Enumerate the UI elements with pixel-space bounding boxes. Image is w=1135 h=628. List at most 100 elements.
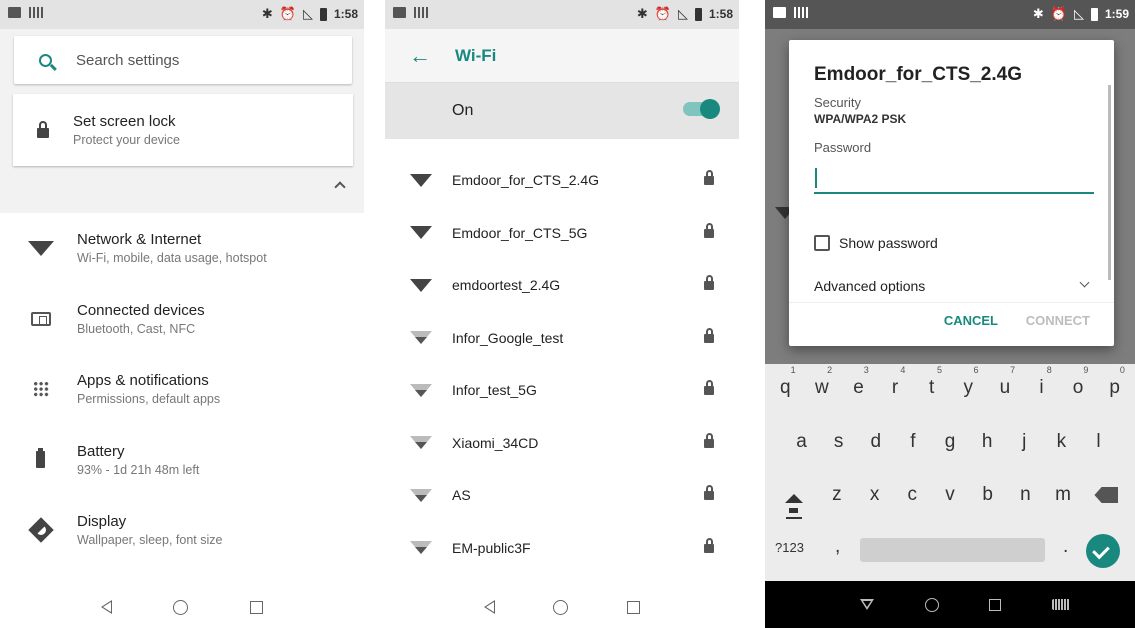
back-icon[interactable] — [484, 600, 496, 614]
back-arrow-icon[interactable]: ← — [385, 43, 455, 69]
settings-item-network[interactable]: Network & Internet Wi-Fi, mobile, data us… — [0, 213, 364, 284]
keyboard-switch-icon[interactable] — [1051, 599, 1070, 610]
chevron-down-icon[interactable] — [1079, 277, 1090, 288]
item-title: Apps & notifications — [77, 372, 209, 390]
recents-icon[interactable] — [989, 598, 1002, 611]
settings-item-connected-devices[interactable]: Connected devices Bluetooth, Cast, NFC — [0, 284, 364, 355]
item-title: Connected devices — [77, 301, 205, 319]
enter-key[interactable] — [1086, 534, 1120, 568]
show-password-label[interactable]: Show password — [839, 235, 938, 251]
symbols-key[interactable]: ?123 — [775, 540, 804, 555]
apps-icon — [32, 381, 49, 398]
key-t[interactable]: t5 — [913, 365, 950, 410]
network-name: EM-public3F — [452, 539, 531, 556]
network-name: Emdoor_for_CTS_2.4G — [452, 172, 600, 189]
key-e[interactable]: e3 — [840, 365, 877, 410]
key-j[interactable]: j — [1006, 420, 1043, 464]
network-item[interactable]: Infor_test_5G — [385, 364, 739, 417]
settings-item-battery[interactable]: Battery 93% - 1d 21h 48m left — [0, 425, 364, 496]
key-b[interactable]: b — [969, 473, 1007, 519]
network-item[interactable]: Emdoor_for_CTS_2.4G — [385, 154, 739, 207]
network-name: Emdoor_for_CTS_5G — [452, 224, 588, 241]
network-item[interactable]: Infor_Google_test — [385, 312, 739, 365]
alarm-icon: ⏰ — [654, 6, 671, 21]
key-d[interactable]: d — [857, 420, 894, 464]
dialog-scrollbar[interactable] — [1108, 85, 1111, 280]
key-m[interactable]: m — [1044, 473, 1082, 519]
lock-icon — [704, 380, 714, 395]
key-g[interactable]: g — [931, 420, 968, 464]
key-u[interactable]: u7 — [987, 365, 1024, 410]
password-input[interactable] — [814, 164, 1094, 194]
back-icon[interactable] — [100, 600, 112, 614]
key-h[interactable]: h — [969, 420, 1006, 464]
key-z[interactable]: z — [818, 473, 856, 519]
item-title: Network & Internet — [77, 231, 202, 249]
wifi-toggle[interactable] — [683, 99, 720, 119]
space-bar[interactable] — [860, 538, 1045, 562]
devices-icon — [30, 311, 51, 326]
recents-icon[interactable] — [626, 600, 640, 614]
key-s[interactable]: s — [820, 420, 857, 464]
network-item[interactable]: Xiaomi_34CD — [385, 417, 739, 470]
clock: 1:59 — [1104, 7, 1129, 21]
settings-item-display[interactable]: Display Wallpaper, sleep, font size — [0, 495, 364, 566]
lock-icon — [704, 170, 714, 185]
network-item[interactable]: AS — [385, 469, 739, 522]
connect-dialog: Emdoor_for_CTS_2.4G Security WPA/WPA2 PS… — [789, 40, 1114, 346]
key-y[interactable]: y6 — [950, 365, 987, 410]
collapse-chevron-icon[interactable] — [334, 181, 346, 193]
backspace-key[interactable] — [1082, 473, 1131, 519]
key-c[interactable]: c — [893, 473, 931, 519]
key-w[interactable]: w2 — [804, 365, 841, 410]
search-settings-bar[interactable]: Search settings — [14, 36, 352, 84]
wifi-signal-partial-icon — [409, 541, 432, 555]
recents-icon[interactable] — [250, 600, 264, 614]
key-i[interactable]: i8 — [1023, 365, 1060, 410]
navigation-bar — [765, 581, 1135, 628]
home-icon[interactable] — [924, 597, 939, 612]
show-password-checkbox[interactable] — [814, 235, 830, 251]
key-n[interactable]: n — [1007, 473, 1045, 519]
barcode-notification-icon — [414, 7, 429, 18]
comma-key[interactable]: , — [835, 536, 840, 558]
suggestion-subtitle: Protect your device — [73, 133, 180, 147]
shift-key[interactable] — [769, 473, 818, 519]
keyboard-row-3: zxcvbnm — [765, 473, 1135, 519]
network-item[interactable]: emdoortest_2.4G — [385, 259, 739, 312]
network-item[interactable]: Emdoor_for_CTS_5G — [385, 207, 739, 260]
wifi-signal-partial-icon — [409, 383, 432, 397]
dialog-actions: CANCEL CONNECT — [789, 302, 1114, 338]
network-name: Infor_test_5G — [452, 382, 537, 399]
key-a[interactable]: a — [783, 420, 820, 464]
advanced-options[interactable]: Advanced options — [814, 278, 925, 294]
item-subtitle: Wallpaper, sleep, font size — [77, 533, 223, 548]
battery-icon — [36, 448, 45, 469]
clock: 1:58 — [708, 7, 733, 21]
home-icon[interactable] — [553, 599, 569, 615]
key-l[interactable]: l — [1080, 420, 1117, 464]
key-k[interactable]: k — [1043, 420, 1080, 464]
settings-item-apps[interactable]: Apps & notifications Permissions, default… — [0, 354, 364, 425]
key-p[interactable]: p0 — [1096, 365, 1133, 410]
key-q[interactable]: q1 — [767, 365, 804, 410]
network-item[interactable]: EM-public3F — [385, 522, 739, 575]
cancel-button[interactable]: CANCEL — [944, 313, 998, 328]
suggestion-card[interactable]: Set screen lock Protect your device — [13, 94, 353, 166]
wifi-master-switch[interactable]: On — [385, 83, 739, 139]
key-r[interactable]: r4 — [877, 365, 914, 410]
wifi-signal-partial-icon — [409, 488, 432, 502]
home-icon[interactable] — [173, 599, 189, 615]
item-subtitle: Wi-Fi, mobile, data usage, hotspot — [77, 251, 267, 266]
search-icon — [38, 53, 52, 67]
wifi-signal-partial-icon — [409, 331, 432, 345]
key-x[interactable]: x — [856, 473, 894, 519]
connect-button[interactable]: CONNECT — [1026, 313, 1090, 328]
period-key[interactable]: . — [1063, 536, 1068, 558]
network-name: emdoortest_2.4G — [452, 277, 561, 294]
key-o[interactable]: o9 — [1060, 365, 1097, 410]
key-v[interactable]: v — [931, 473, 969, 519]
hide-keyboard-icon[interactable] — [860, 599, 875, 610]
key-f[interactable]: f — [894, 420, 931, 464]
network-name: Xiaomi_34CD — [452, 434, 539, 451]
